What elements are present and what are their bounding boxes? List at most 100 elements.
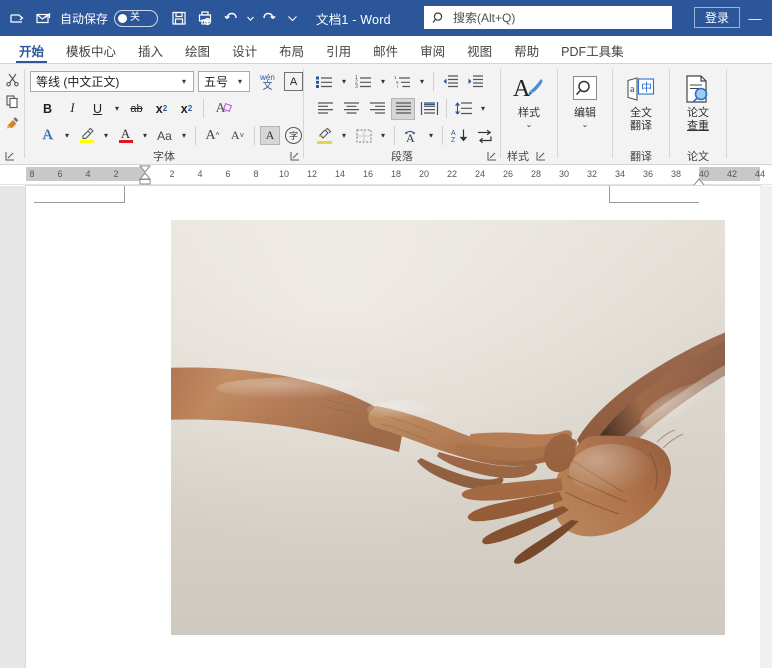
font-color-icon[interactable]: A [114,124,137,147]
ruler-tick: 16 [362,169,373,179]
tab-draw[interactable]: 绘图 [174,37,221,63]
sign-in-button[interactable]: 登录 [694,7,740,28]
email-icon[interactable] [30,5,56,31]
underline-button[interactable]: U [86,97,109,120]
tab-home[interactable]: 开始 [8,37,55,63]
borders-icon[interactable] [352,124,375,147]
decrease-indent-icon[interactable] [439,70,462,93]
styles-dialog-launcher[interactable] [535,151,546,162]
asian-layout-icon[interactable]: A [400,124,423,147]
tab-help[interactable]: 帮助 [503,37,550,63]
copy-icon[interactable] [1,91,23,112]
tab-template-center[interactable]: 模板中心 [55,37,127,63]
plagiarism-check-button[interactable]: 论文 查重 [675,69,721,132]
superscript-button[interactable]: x2 [175,97,198,120]
font-size-combo[interactable]: 五号 ▾ [198,71,250,92]
horizontal-ruler[interactable]: 8 6 4 2 2 4 6 8 10 12 14 16 18 20 22 24 … [0,165,772,188]
format-painter-icon[interactable] [1,113,23,134]
highlight-dropdown-icon[interactable]: ▾ [100,124,112,147]
translate-document-button[interactable]: a 中 全文 翻译 [618,69,664,132]
group-label-text: 论文 [687,150,709,163]
vertical-scrollbar[interactable] [760,186,772,668]
tab-design[interactable]: 设计 [221,37,268,63]
line-spacing-icon[interactable] [452,97,475,120]
font-size-value: 五号 [204,75,229,89]
tab-view[interactable]: 视图 [456,37,503,63]
phonetic-guide-icon[interactable]: wén 文 [256,70,279,93]
chevron-down-icon[interactable]: ⌄ [582,120,589,129]
character-shading-label: A [265,128,275,142]
font-dialog-launcher[interactable] [289,151,300,162]
search-box[interactable]: 搜索(Alt+Q) [424,6,672,29]
redo-icon[interactable] [256,5,282,31]
numbering-dropdown-icon[interactable]: ▾ [377,70,389,93]
tab-review[interactable]: 审阅 [409,37,456,63]
bullets-dropdown-icon[interactable]: ▾ [338,70,350,93]
paragraph-dialog-launcher[interactable] [486,151,497,162]
styles-button[interactable]: A 样式 ⌄ [506,69,552,129]
font-name-combo[interactable]: 等线 (中文正文) ▾ [30,71,194,92]
subscript-button[interactable]: x2 [150,97,173,120]
align-left-icon[interactable] [313,97,337,120]
align-justify-icon[interactable] [391,97,415,120]
tab-mailings[interactable]: 邮件 [362,37,409,63]
svg-text:A: A [451,130,456,137]
undo-icon[interactable] [218,5,244,31]
sign-in-label: 登录 [704,11,729,25]
strikethrough-button[interactable]: ab [125,97,148,120]
autosave-toggle[interactable]: 关 [114,9,159,27]
line-spacing-dropdown-icon[interactable]: ▾ [477,97,489,120]
shrink-font-icon[interactable]: A ˅ [226,124,249,147]
numbering-icon[interactable]: 123 [352,70,375,93]
minimize-button[interactable]: — [742,0,768,36]
right-indent-marker[interactable] [693,175,705,188]
increase-indent-icon[interactable] [464,70,487,93]
svg-text:a: a [630,84,635,95]
bullets-icon[interactable] [313,70,336,93]
underline-dropdown-icon[interactable]: ▾ [111,97,123,120]
borders-dropdown-icon[interactable]: ▾ [377,124,389,147]
save-as-icon[interactable] [4,5,30,31]
inserted-image[interactable] [171,220,725,635]
editing-button[interactable]: 编辑 ⌄ [563,69,607,129]
grow-font-icon[interactable]: A ^ [201,124,224,147]
clipboard-dialog-launcher[interactable] [4,151,15,162]
change-case-icon[interactable]: Aa [153,124,176,147]
document-page[interactable] [26,186,760,668]
italic-button[interactable]: I [61,97,84,120]
sort-icon[interactable]: A Z [448,124,471,147]
first-line-indent-marker[interactable] [138,165,152,185]
customize-qat-icon[interactable] [282,5,302,31]
font-color-dropdown-icon[interactable]: ▾ [139,124,151,147]
distribute-icon[interactable] [417,97,441,120]
chevron-down-icon[interactable]: ⌄ [526,120,533,129]
asian-layout-dropdown-icon[interactable]: ▾ [425,124,437,147]
multilevel-list-icon[interactable]: 1ai [391,70,414,93]
undo-dropdown-icon[interactable] [244,5,256,31]
save-icon[interactable] [166,5,192,31]
change-case-dropdown-icon[interactable]: ▾ [178,124,190,147]
chevron-down-icon[interactable]: ▾ [177,77,191,86]
align-center-icon[interactable] [339,97,363,120]
shading-icon[interactable] [313,124,336,147]
show-paragraph-marks-icon[interactable] [473,124,496,147]
bold-button[interactable]: B [36,97,59,120]
chevron-down-icon[interactable]: ▾ [233,77,247,86]
tab-references[interactable]: 引用 [315,37,362,63]
align-right-icon[interactable] [365,97,389,120]
character-shading-icon[interactable]: A [260,126,280,145]
enclose-character-icon[interactable]: 字 [282,124,305,147]
tab-layout[interactable]: 布局 [268,37,315,63]
text-effects-dropdown-icon[interactable]: ▾ [61,124,73,147]
clear-formatting-icon[interactable]: A [209,97,233,120]
tab-pdf-tools[interactable]: PDF工具集 [550,37,635,63]
shading-dropdown-icon[interactable]: ▾ [338,124,350,147]
document-area[interactable] [0,186,772,668]
highlight-icon[interactable] [75,124,98,147]
cut-icon[interactable] [1,69,23,90]
tab-insert[interactable]: 插入 [127,37,174,63]
print-preview-icon[interactable] [192,5,218,31]
multilevel-dropdown-icon[interactable]: ▾ [416,70,428,93]
text-effects-icon[interactable]: A [36,124,59,147]
character-border-icon[interactable]: A [284,72,303,91]
